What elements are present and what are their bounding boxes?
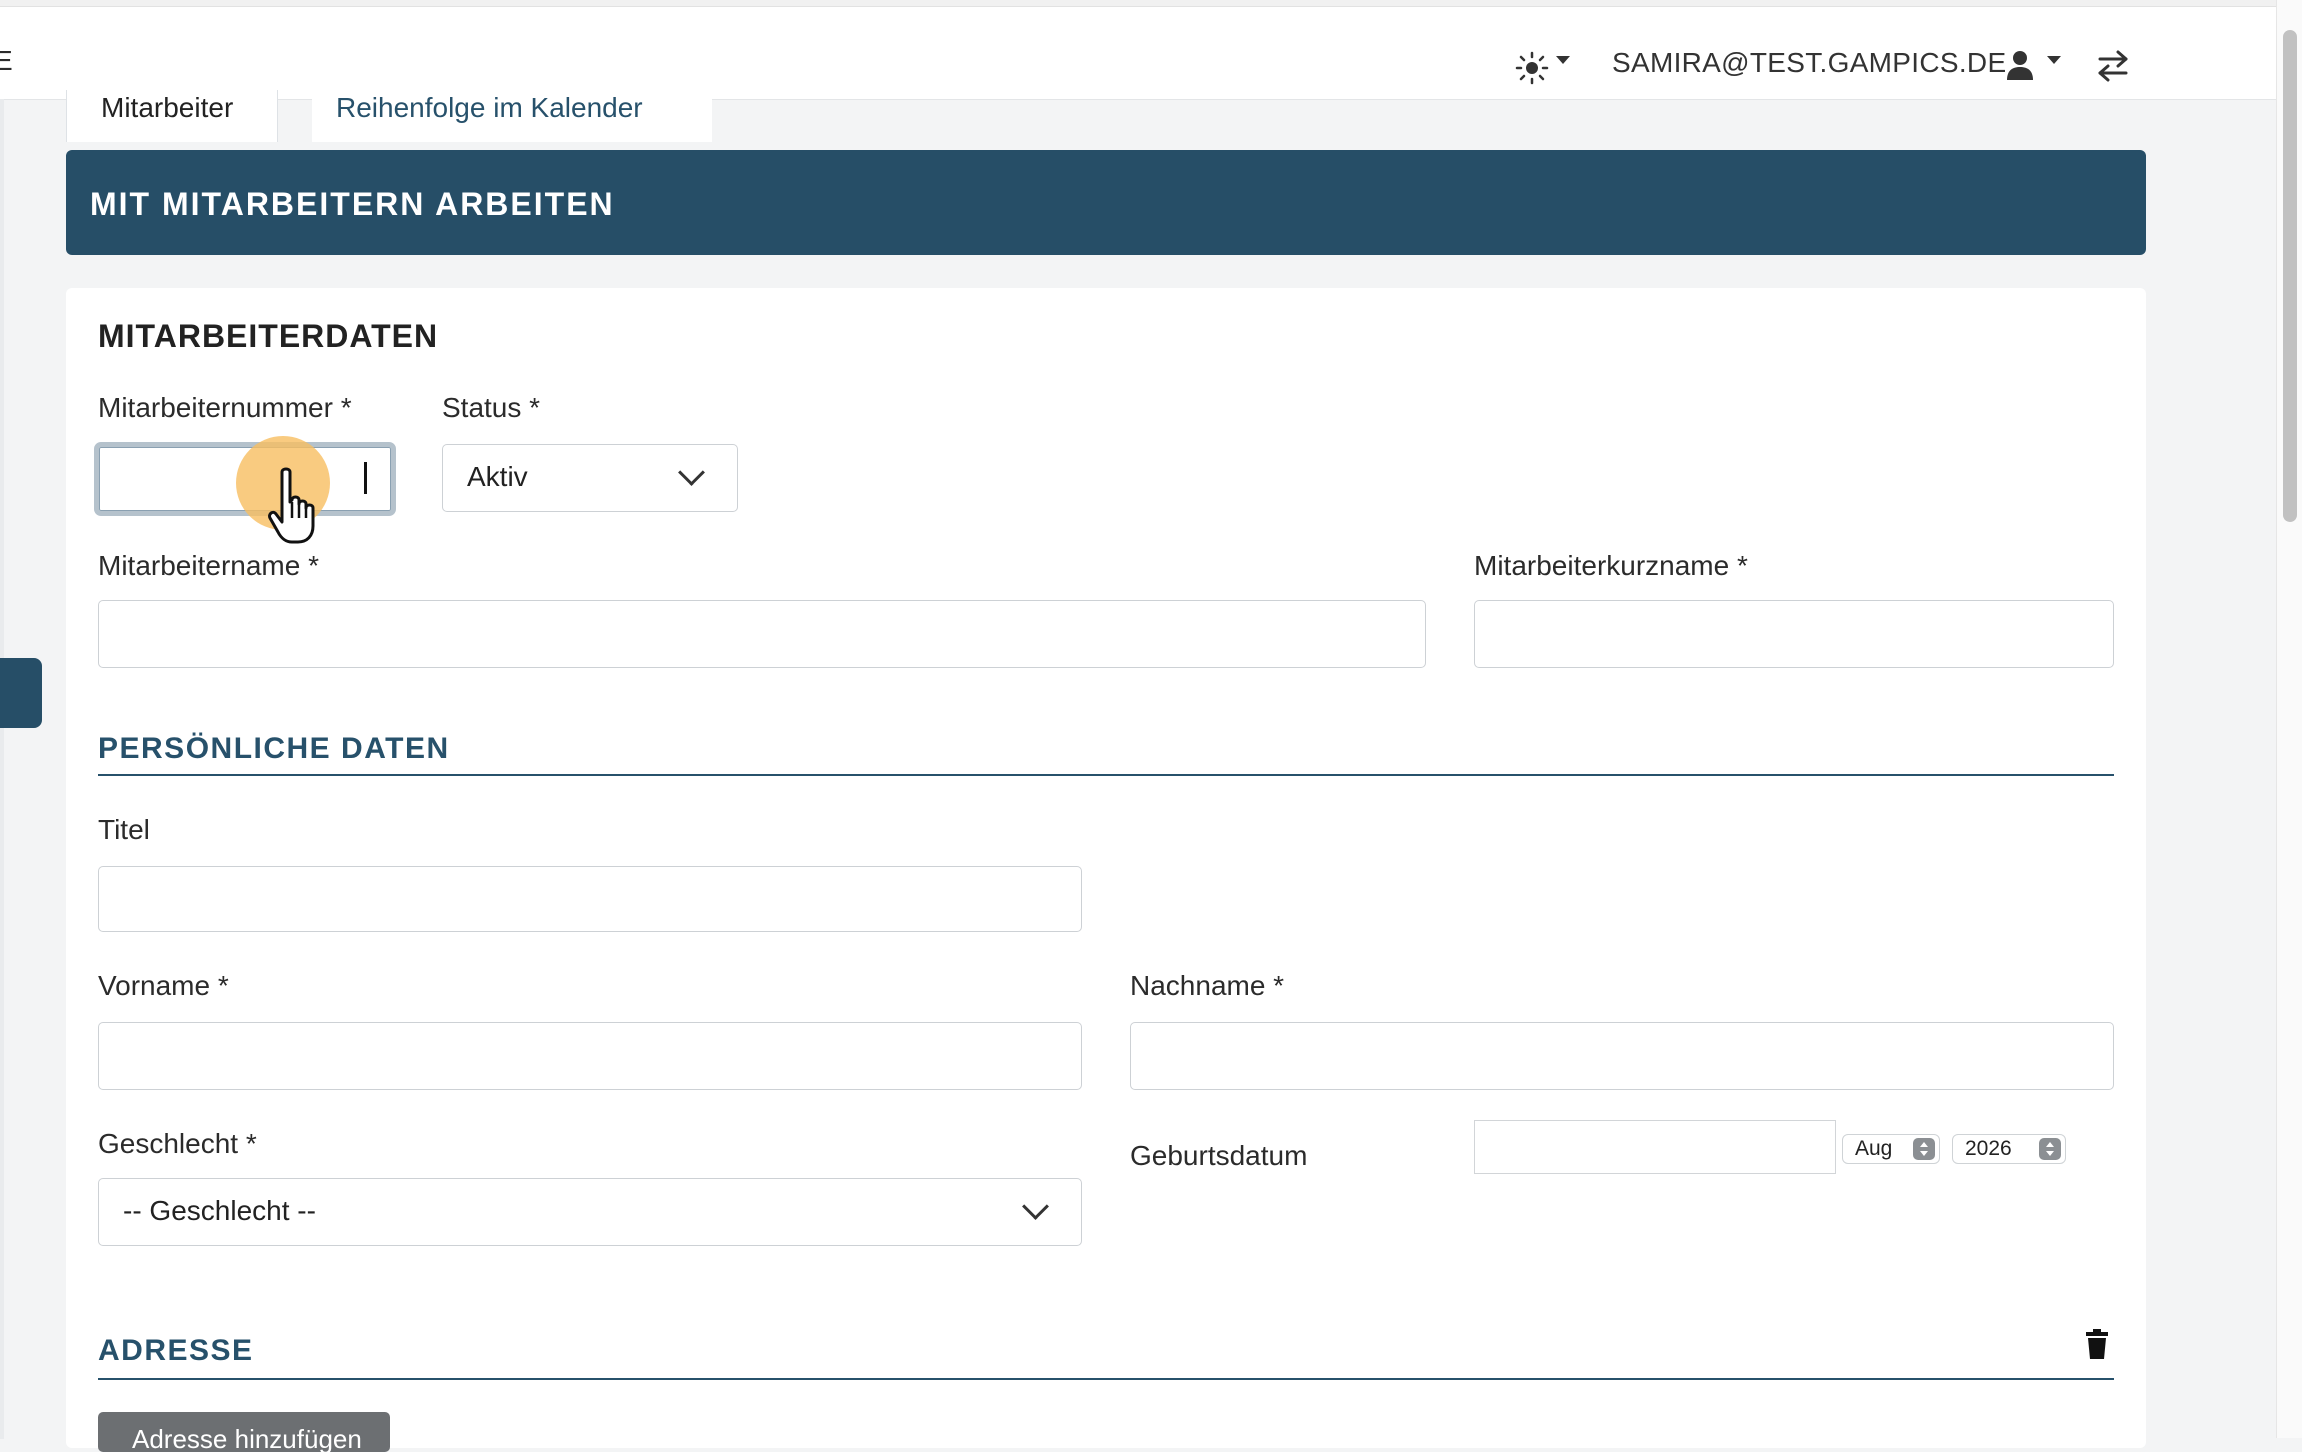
status-value: Aktiv <box>467 461 528 492</box>
hand-pointer-icon <box>268 467 315 544</box>
titel-label: Titel <box>98 814 150 845</box>
employee-number-label: Mitarbeiternummer * <box>98 392 352 423</box>
tab-reihenfolge-im-kalender[interactable]: Reihenfolge im Kalender <box>312 90 712 142</box>
tab-bar: Mitarbeiter Reihenfolge im Kalender <box>66 90 712 142</box>
personal-data-divider <box>98 774 2114 776</box>
form-card: MITARBEITERDATEN Mitarbeiternummer * Sta… <box>66 288 2146 1448</box>
arrows-swap-icon[interactable] <box>2096 49 2130 83</box>
employee-name-input[interactable] <box>98 600 1426 668</box>
geschlecht-label: Geschlecht * <box>98 1128 257 1159</box>
geschlecht-value: -- Geschlecht -- <box>123 1195 316 1226</box>
vorname-label: Vorname * <box>98 970 229 1001</box>
page-scrollbar[interactable] <box>2276 0 2302 1438</box>
employee-name-label: Mitarbeitername * <box>98 550 319 581</box>
nachname-label: Nachname * <box>1130 970 1285 1001</box>
scrollbar-thumb[interactable] <box>2283 30 2297 522</box>
user-icon[interactable] <box>2006 49 2034 81</box>
birth-month-value: Aug <box>1855 1137 1893 1160</box>
page-banner: MIT MITARBEITERN ARBEITEN <box>66 150 2146 255</box>
tab-mitarbeiter[interactable]: Mitarbeiter <box>66 90 278 142</box>
stepper-arrows-icon <box>1913 1138 1935 1160</box>
chevron-down-icon <box>678 459 705 486</box>
address-divider <box>98 1378 2114 1380</box>
birth-year-value: 2026 <box>1965 1137 2012 1160</box>
nachname-input[interactable] <box>1130 1022 2114 1090</box>
stepper-arrows-icon <box>2039 1138 2061 1160</box>
vorname-input[interactable] <box>98 1022 1082 1090</box>
top-navbar: E SAMIRA@TEST.GAMPICS.DE <box>0 7 2276 100</box>
birth-month-select[interactable]: Aug <box>1842 1134 1940 1164</box>
add-address-button[interactable]: Adresse hinzufügen <box>98 1412 390 1452</box>
employee-shortname-label: Mitarbeiterkurzname * <box>1474 550 1748 581</box>
trash-icon[interactable] <box>2084 1328 2110 1360</box>
geburtsdatum-label: Geburtsdatum <box>1130 1140 1308 1171</box>
user-email[interactable]: SAMIRA@TEST.GAMPICS.DE <box>1612 47 2006 79</box>
theme-dropdown-caret[interactable] <box>1556 56 1570 64</box>
add-address-label: Adresse hinzufügen <box>132 1424 362 1452</box>
geburtsdatum-input[interactable] <box>1474 1120 1836 1174</box>
address-heading: ADRESSE <box>98 1334 254 1367</box>
employee-shortname-input[interactable] <box>1474 600 2114 668</box>
section-title: MITARBEITERDATEN <box>98 318 439 354</box>
browser-top-edge <box>0 0 2302 7</box>
sidebar-edge <box>0 99 4 1439</box>
chevron-down-icon <box>1022 1193 1049 1220</box>
personal-data-heading: PERSÖNLICHE DATEN <box>98 732 450 765</box>
user-dropdown-caret[interactable] <box>2047 56 2061 64</box>
page-title: MIT MITARBEITERN ARBEITEN <box>90 186 615 222</box>
navbar-brand-fragment: E <box>0 45 13 76</box>
geschlecht-select[interactable]: -- Geschlecht -- <box>98 1178 1082 1246</box>
birth-year-select[interactable]: 2026 <box>1952 1134 2066 1164</box>
sun-icon[interactable] <box>1515 51 1549 85</box>
status-select[interactable]: Aktiv <box>442 444 738 512</box>
status-label: Status * <box>442 392 541 423</box>
sidebar-toggle[interactable] <box>0 658 42 728</box>
titel-input[interactable] <box>98 866 1082 932</box>
text-caret <box>364 462 367 494</box>
